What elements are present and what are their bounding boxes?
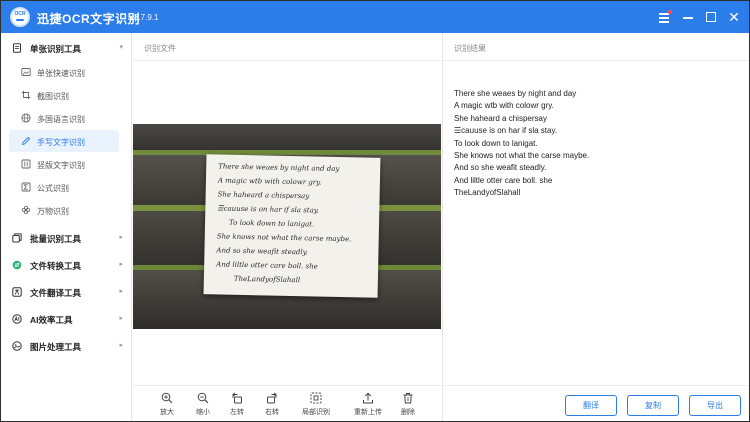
maximize-icon[interactable] [703,9,719,25]
handwritten-note: There she weaes by night and day A magic… [203,154,381,298]
result-actions: 翻译 复制 导出 [443,385,749,421]
crop-icon [21,90,31,100]
image-icon [21,68,31,76]
result-line: ☰cauuse is on har if sla stay. [454,126,558,136]
partial-recognize-button[interactable]: 局部识别 [301,392,331,420]
sidebar-item-quick[interactable]: 单张快速识别 [9,61,119,83]
chevron-right-icon: ▸ [119,234,123,241]
result-text-area[interactable]: There she weaes by night and day A magic… [454,88,744,200]
source-image[interactable]: There she weaes by night and day A magic… [133,124,441,329]
convert-icon [12,260,22,270]
logo-text: OCR [14,11,26,17]
reupload-button[interactable]: 重新上传 [353,392,383,420]
chevron-right-icon: ▸ [119,288,123,295]
ai-icon [12,314,22,324]
notification-dot [668,10,672,14]
sidebar-group-single[interactable]: 单张识别工具 ▾ [1,35,132,61]
result-line: A magic wtb with colowr gry. [454,101,554,111]
vertical-text-icon [21,159,31,169]
rotate-left-icon [232,392,242,404]
result-pane: 识别结果 There she weaes by night and day A … [442,33,749,421]
chevron-right-icon: ▸ [119,342,123,349]
zoom-out-button[interactable]: 缩小 [188,392,218,420]
source-pane: 识别文件 There she weaes by night and day A … [133,33,441,421]
app-logo: OCR [10,7,30,27]
result-line: TheLandyofSlahall [454,188,521,198]
chevron-right-icon: ▸ [119,315,123,322]
upload-icon [363,392,373,404]
copy-button[interactable]: 复制 [627,395,679,416]
zoom-in-button[interactable]: 放大 [152,392,182,420]
sidebar-item-multilang[interactable]: 多国语言识别 [9,107,119,129]
translate-button[interactable]: 翻译 [565,395,617,416]
menu-icon[interactable] [656,9,672,25]
zoom-out-icon [197,392,209,404]
trash-icon [403,393,413,404]
rotate-right-icon [267,392,277,404]
result-line: And liltle otter care boll. she [454,175,553,185]
source-pane-header: 识别文件 [133,33,441,61]
globe-icon [21,113,31,123]
delete-button[interactable]: 删除 [393,392,423,420]
result-line: She haheard a chispersay [454,113,547,123]
app-title: 迅捷OCR文字识别 [37,12,141,26]
zoom-in-icon [161,392,173,404]
result-line: She knows not what the carse maybe. [454,151,590,161]
document-icon [13,43,21,53]
batch-icon [12,233,22,243]
image-process-icon [12,341,22,351]
title-bar: OCR 迅捷OCR文字识别 v8.7.9.1 ✕ [1,1,749,33]
result-pane-header: 识别结果 [443,33,749,61]
rotate-right-button[interactable]: 右转 [257,392,287,420]
translate-icon [12,287,22,297]
image-toolbar: 放大 缩小 左转 右转 局部识别 重新上传 删除 [133,385,441,421]
sidebar-item-anything[interactable]: 万物识别 [9,199,119,221]
sidebar-group-convert[interactable]: 文件转换工具 ▸ [1,252,132,278]
close-icon[interactable]: ✕ [726,9,742,25]
sidebar-item-handwriting[interactable]: 手写文字识别 [9,130,119,152]
sidebar-item-screenshot[interactable]: 截图识别 [9,84,119,106]
partial-select-icon [310,392,322,404]
sidebar-item-formula[interactable]: 公式识别 [9,176,119,198]
sidebar-item-vertical[interactable]: 竖版文字识别 [9,153,119,175]
chevron-right-icon: ▸ [119,261,123,268]
sidebar-group-image[interactable]: 图片处理工具 ▸ [1,333,132,359]
chevron-down-icon: ▾ [119,44,123,51]
result-line: To look down to lanigat. [454,138,538,148]
sidebar-group-batch[interactable]: 批量识别工具 ▸ [1,225,132,251]
export-button[interactable]: 导出 [689,395,741,416]
rotate-left-button[interactable]: 左转 [222,392,252,420]
result-line: There she weaes by night and day [454,89,577,98]
sidebar-group-translate[interactable]: 文件翻译工具 ▸ [1,279,132,305]
sidebar-group-ai[interactable]: AI效率工具 ▸ [1,306,132,332]
minimize-icon[interactable] [680,9,696,25]
result-line: And so she weafit steadly. [454,163,547,173]
formula-icon [21,182,31,192]
pen-icon [21,136,31,146]
app-version: v8.7.9.1 [130,13,159,22]
app-window: OCR 迅捷OCR文字识别 v8.7.9.1 ✕ 单张识别工具 ▾ 单张快速识别… [0,0,750,422]
sidebar: 单张识别工具 ▾ 单张快速识别 截图识别 多国语言识别 手写文字识别 竖版文字识… [1,33,132,421]
flower-icon [21,205,31,215]
